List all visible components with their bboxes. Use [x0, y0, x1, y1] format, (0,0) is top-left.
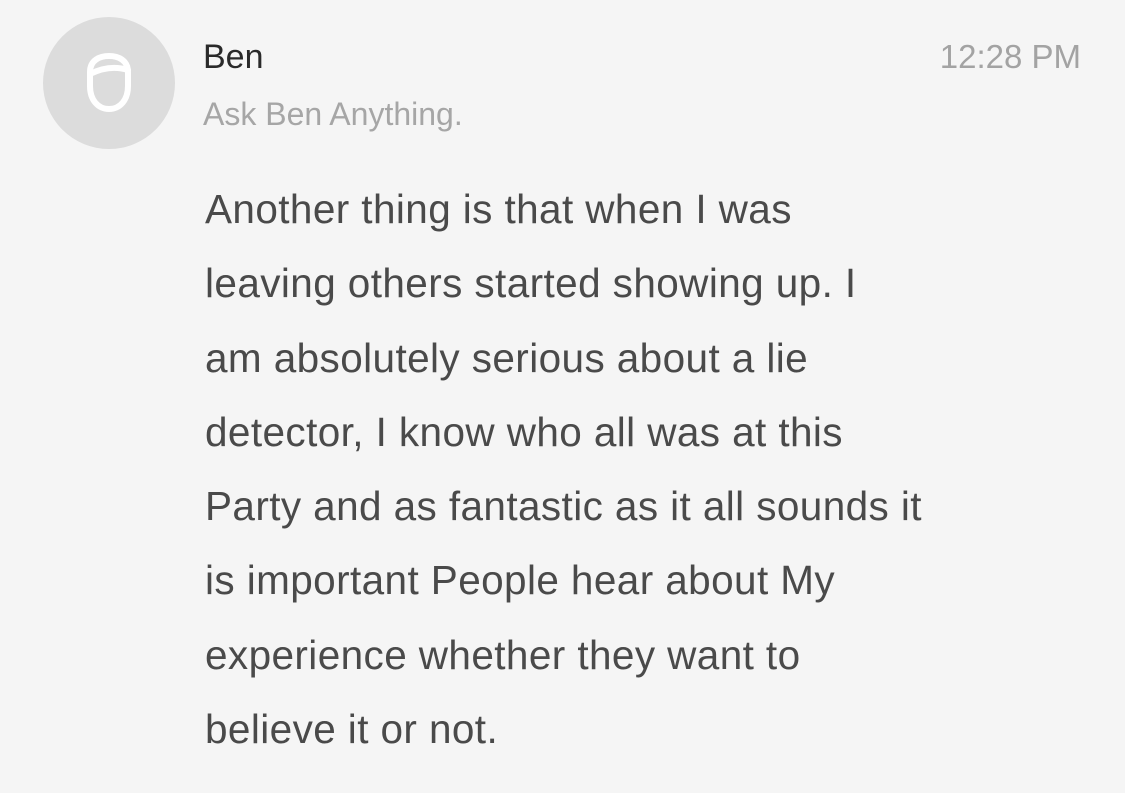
message-body-line: is important People hear about My: [205, 557, 836, 604]
message-body-line: Another thing is that when I was: [205, 186, 792, 232]
message-body-line: believe it or not.: [205, 706, 499, 753]
sender-subtitle: Ask Ben Anything.: [203, 96, 463, 132]
sender-name: Ben: [203, 38, 264, 76]
message-body-line: experience whether they want to: [205, 631, 801, 678]
message-card: Ben 12:28 PM Ask Ben Anything. Another t…: [0, 0, 1125, 793]
message-body: Another thing is that when I was leaving…: [205, 172, 1085, 766]
avatar[interactable]: [43, 17, 175, 149]
message-body-line: leaving others started showing up. I: [205, 260, 857, 307]
message-body-line: Party and as fantastic as it all sounds …: [205, 483, 922, 530]
person-head-icon: [87, 53, 131, 112]
message-body-line: am absolutely serious about a lie: [205, 334, 809, 381]
message-timestamp: 12:28 PM: [939, 38, 1081, 75]
message-body-line: detector, I know who all was at this: [205, 408, 843, 455]
